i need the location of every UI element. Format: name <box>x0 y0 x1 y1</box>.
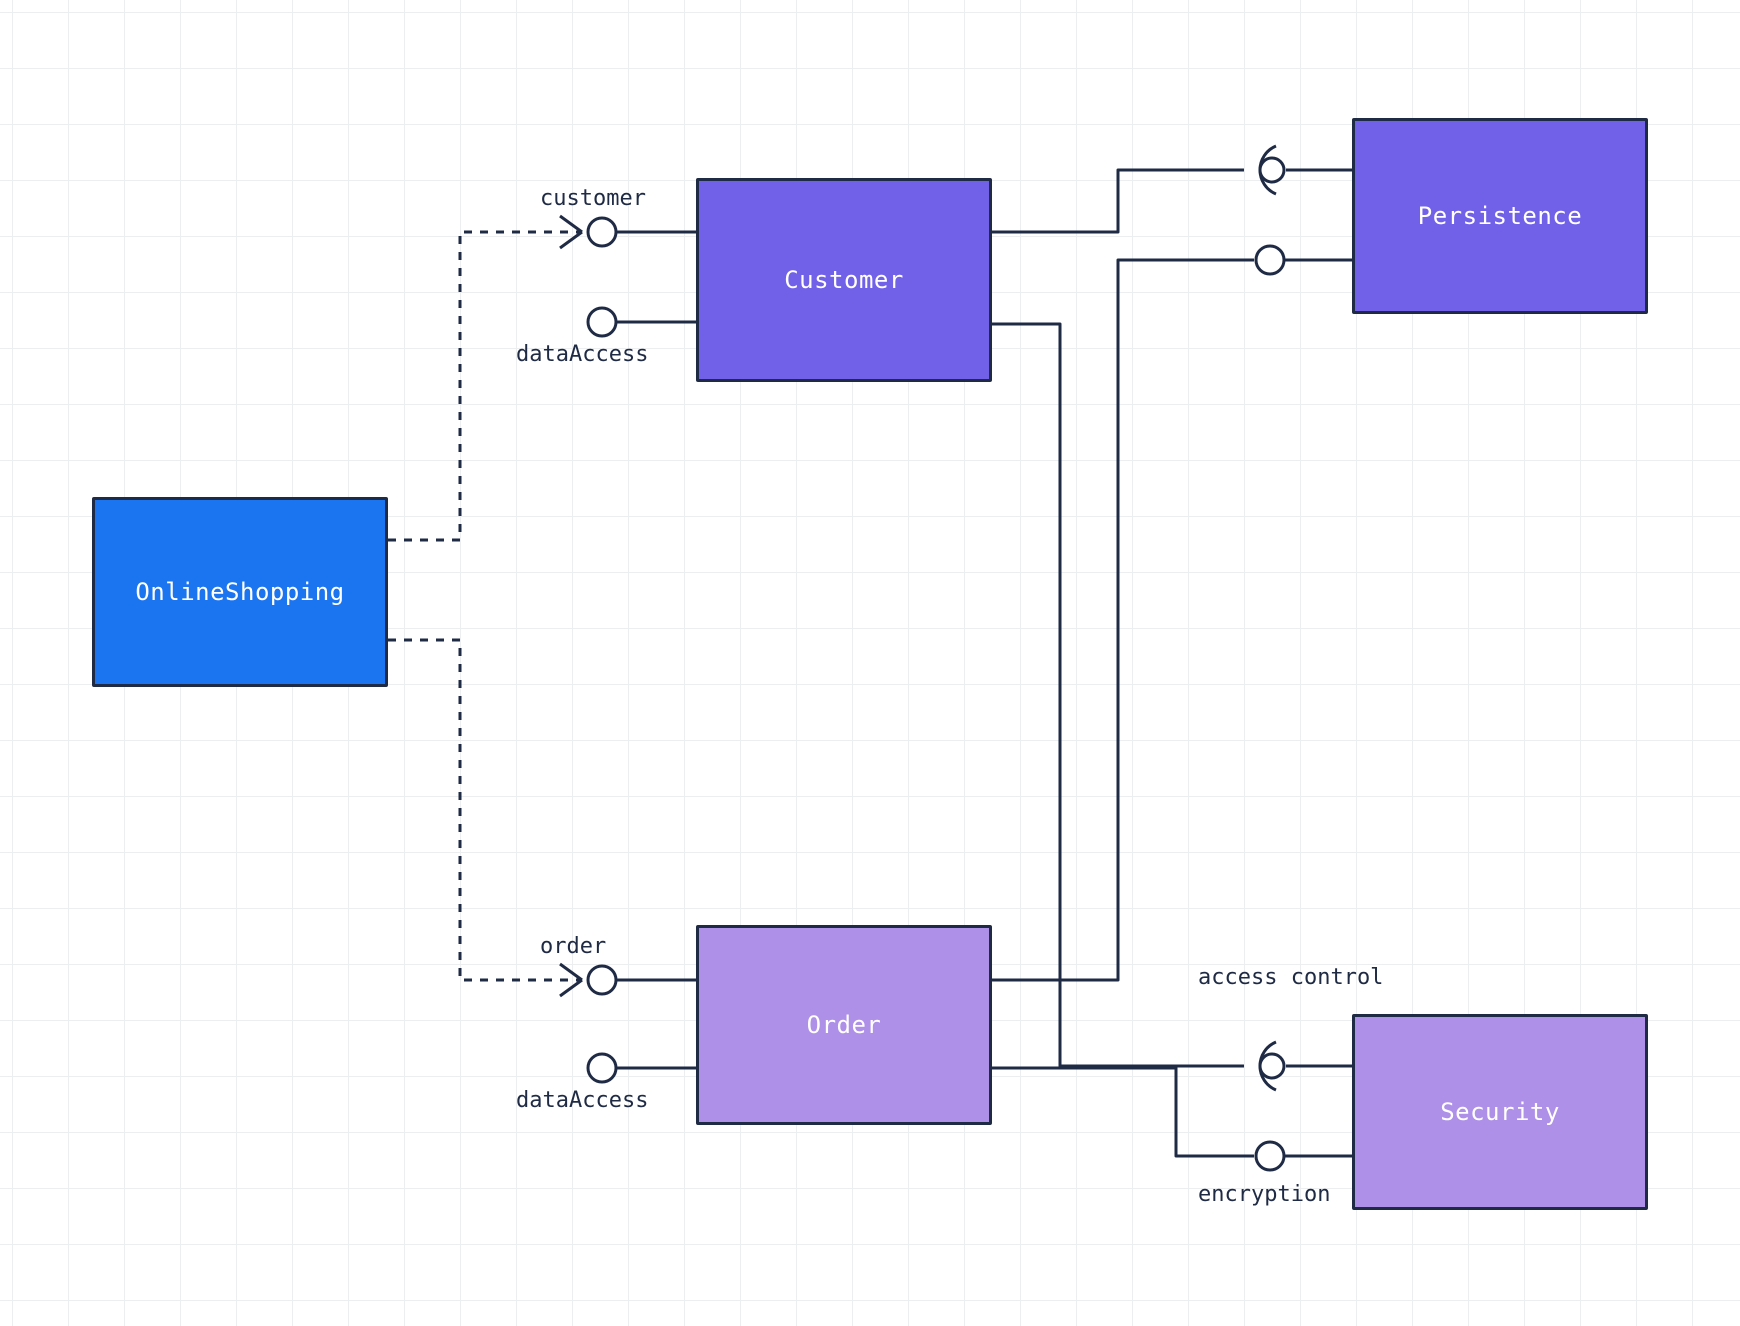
label-customer-provided: customer <box>540 186 646 211</box>
socket-security <box>1260 1042 1276 1090</box>
ball-customer-provided <box>588 218 616 246</box>
node-onlineshopping-label: OnlineShopping <box>135 578 344 606</box>
diagram-canvas: OnlineShopping Customer Order Persistenc… <box>0 0 1740 1326</box>
socket-persistence <box>1260 146 1276 194</box>
node-persistence[interactable]: Persistence <box>1352 118 1648 314</box>
conn-order-to-security-ball <box>992 1068 1254 1156</box>
socket-security-inner <box>1260 1054 1284 1078</box>
ball-order-required <box>588 1054 616 1082</box>
ball-order-provided <box>588 966 616 994</box>
conn-customer-to-security-socket <box>992 324 1244 1066</box>
label-order-required: dataAccess <box>516 1088 648 1113</box>
node-onlineshopping[interactable]: OnlineShopping <box>92 497 388 687</box>
node-order[interactable]: Order <box>696 925 992 1125</box>
ball-customer-required <box>588 308 616 336</box>
node-customer[interactable]: Customer <box>696 178 992 382</box>
node-persistence-label: Persistence <box>1418 202 1582 230</box>
ball-security <box>1256 1142 1284 1170</box>
socket-persistence-inner <box>1260 158 1284 182</box>
conn-customer-to-persistence-socket <box>992 170 1244 232</box>
dep-onlineshopping-to-customer <box>388 232 580 540</box>
label-order-provided: order <box>540 934 606 959</box>
ball-persistence <box>1256 246 1284 274</box>
node-order-label: Order <box>807 1011 882 1039</box>
node-customer-label: Customer <box>784 266 904 294</box>
label-security-ball: encryption <box>1198 1182 1330 1207</box>
label-security-socket: access control <box>1198 964 1383 992</box>
node-security[interactable]: Security <box>1352 1014 1648 1210</box>
label-customer-required: dataAccess <box>516 342 648 367</box>
arrowhead-order <box>560 964 582 996</box>
node-security-label: Security <box>1440 1098 1560 1126</box>
arrowhead-customer <box>560 216 582 248</box>
dep-onlineshopping-to-order <box>388 640 580 980</box>
conn-order-to-persistence-ball <box>992 260 1254 980</box>
